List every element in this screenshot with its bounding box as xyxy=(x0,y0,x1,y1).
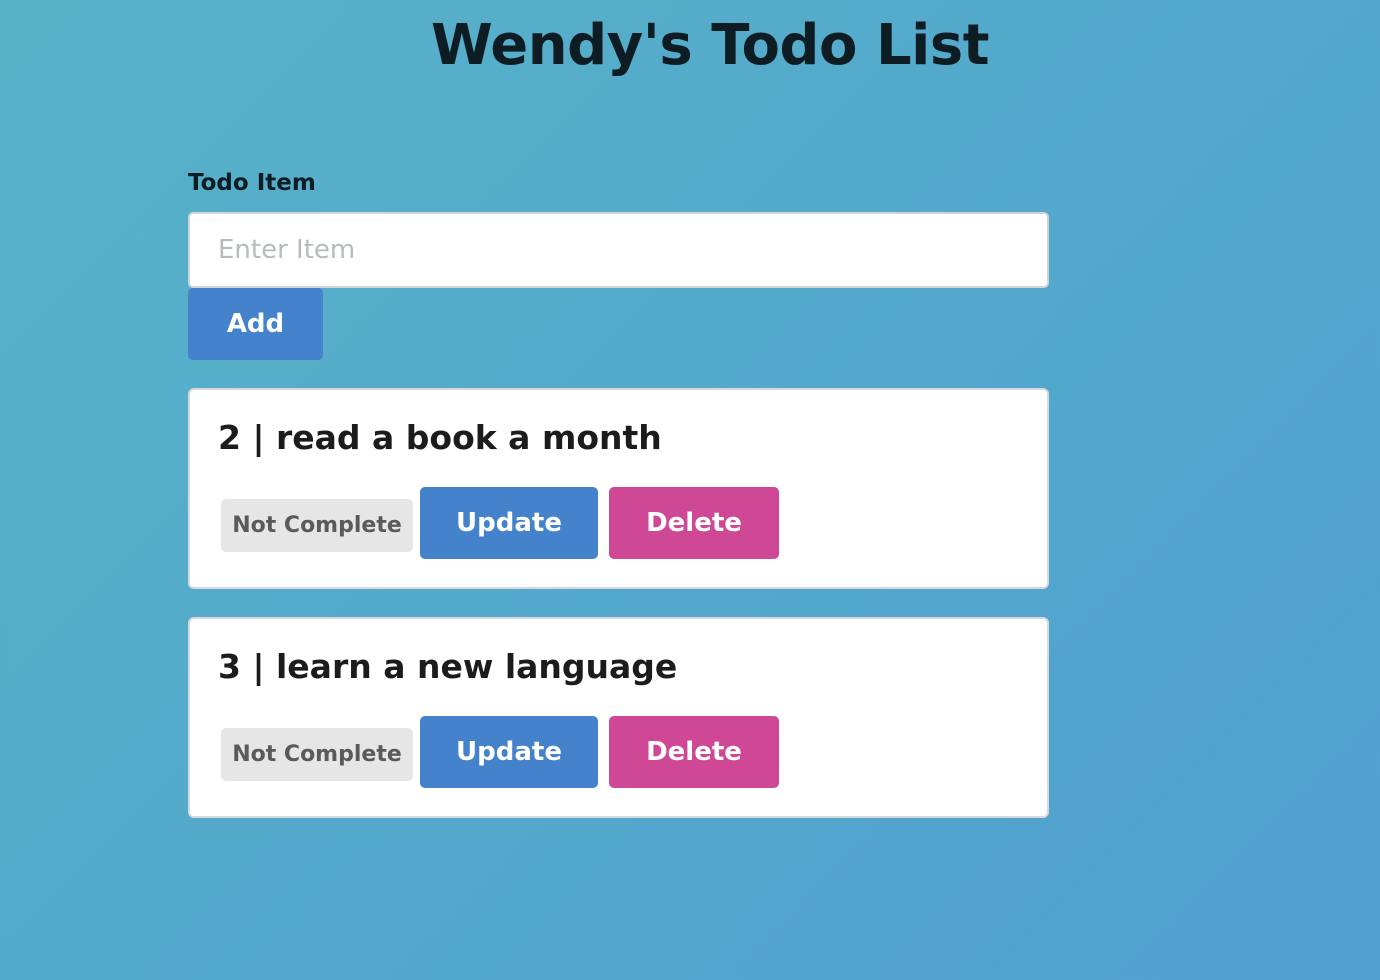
add-button[interactable]: Add xyxy=(188,288,323,360)
todo-title: 2 | read a book a month xyxy=(218,418,662,457)
todo-item-input[interactable] xyxy=(188,212,1049,288)
page-title: Wendy's Todo List xyxy=(431,13,989,78)
status-badge: Not Complete xyxy=(221,728,413,781)
delete-button[interactable]: Delete xyxy=(609,716,779,788)
todo-card: 2 | read a book a month Not Complete Upd… xyxy=(188,388,1049,589)
update-button[interactable]: Update xyxy=(420,716,598,788)
todo-card: 3 | learn a new language Not Complete Up… xyxy=(188,617,1049,818)
delete-button[interactable]: Delete xyxy=(609,487,779,559)
todo-item-label: Todo Item xyxy=(188,170,316,196)
todo-title: 3 | learn a new language xyxy=(218,647,678,686)
status-badge: Not Complete xyxy=(221,499,413,552)
update-button[interactable]: Update xyxy=(420,487,598,559)
